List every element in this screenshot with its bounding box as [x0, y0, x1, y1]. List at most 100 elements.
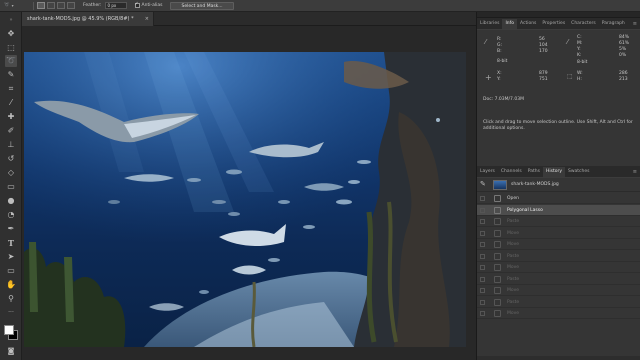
photoshop-window: ➰ ▾ Feather: 0 px Anti-alias Select and …: [0, 0, 640, 360]
lasso-tool-icon: ➰: [4, 3, 10, 8]
gradient-tool-icon[interactable]: ▭: [5, 181, 17, 193]
tab-paths[interactable]: Paths: [525, 167, 543, 177]
foreground-color-swatch[interactable]: [4, 325, 14, 335]
history-state-label: Paste: [507, 299, 520, 305]
quick-mask-icon[interactable]: ◙: [5, 345, 17, 357]
tab-swatches[interactable]: Swatches: [565, 167, 593, 177]
rectangle-tool-icon[interactable]: ▭: [5, 265, 17, 277]
history-state-item[interactable]: Move: [477, 308, 640, 319]
h-value: 213: [619, 77, 628, 82]
document-tab[interactable]: shark-tank-MODS.jpg @ 45.9% (RGB/8#) * ×: [22, 12, 154, 26]
history-state-checkbox[interactable]: [480, 276, 485, 282]
tab-actions[interactable]: Actions: [517, 19, 539, 29]
type-tool-icon[interactable]: T: [5, 237, 17, 249]
subtract-from-selection-button[interactable]: [57, 2, 65, 9]
tab-properties[interactable]: Properties: [539, 19, 568, 29]
eyedropper-tool-icon[interactable]: ⁄: [5, 97, 17, 109]
snapshot-label: shark-tank-MODS.jpg: [511, 182, 559, 187]
rgb-label-b: B:: [497, 49, 502, 54]
history-state-label: Open: [507, 196, 520, 201]
history-state-label: Paste: [507, 253, 520, 259]
cmyk-label-m: M:: [577, 41, 583, 46]
crop-tool-icon[interactable]: ⌗: [5, 83, 17, 95]
cmyk-value-c: 84%: [619, 35, 630, 40]
history-brush-tool-icon[interactable]: ↺: [5, 153, 17, 165]
cmyk-label-k: K:: [577, 53, 582, 58]
history-state-item[interactable]: Move: [477, 239, 640, 250]
new-selection-button[interactable]: [37, 2, 45, 9]
history-state-item[interactable]: Move: [477, 228, 640, 239]
close-icon[interactable]: ×: [145, 12, 149, 26]
history-state-checkbox[interactable]: [480, 230, 485, 236]
history-state-item[interactable]: Paste: [477, 216, 640, 227]
lasso-tool-icon[interactable]: ➰: [5, 55, 17, 67]
panel-menu-icon[interactable]: ≡: [633, 167, 637, 177]
history-state-checkbox[interactable]: [480, 265, 485, 270]
cmyk-value-k: 0%: [619, 53, 627, 58]
clone-stamp-tool-icon[interactable]: ⊥: [5, 139, 17, 151]
tab-channels[interactable]: Channels: [498, 167, 525, 177]
y-label: Y:: [497, 77, 501, 82]
history-state-icon: [494, 298, 501, 306]
history-state-checkbox[interactable]: [480, 253, 485, 259]
history-state-checkbox[interactable]: [480, 299, 485, 305]
w-label: W:: [577, 71, 583, 76]
crosshair-icon: +: [485, 73, 492, 82]
healing-brush-tool-icon[interactable]: ✚: [5, 111, 17, 123]
history-state-checkbox[interactable]: [480, 311, 485, 316]
select-and-mask-button[interactable]: Select and Mask...: [170, 1, 234, 10]
pen-tool-icon[interactable]: ✒: [5, 223, 17, 235]
history-state-item[interactable]: Open: [477, 193, 640, 204]
panel-collapse-icon[interactable]: »: [5, 14, 17, 26]
rgb-value-r: 56: [539, 37, 545, 42]
blur-tool-icon[interactable]: ●: [5, 195, 17, 207]
panel-menu-icon[interactable]: ≡: [633, 19, 637, 29]
tool-preset-picker[interactable]: ➰ ▾: [0, 1, 30, 11]
path-selection-tool-icon[interactable]: ➤: [5, 251, 17, 263]
add-to-selection-button[interactable]: [47, 2, 55, 9]
history-state-item[interactable]: Polygonal Lasso: [477, 204, 640, 216]
history-state-checkbox[interactable]: [480, 207, 485, 213]
quick-select-tool-icon[interactable]: ✎: [5, 69, 17, 81]
history-state-checkbox[interactable]: [480, 219, 485, 224]
intersect-selection-button[interactable]: [67, 2, 75, 9]
history-state-item[interactable]: Paste: [477, 297, 640, 308]
tab-history[interactable]: History: [542, 167, 565, 177]
dodge-tool-icon[interactable]: ◔: [5, 209, 17, 221]
tab-layers[interactable]: Layers: [477, 167, 498, 177]
x-value: 879: [539, 71, 548, 76]
tab-libraries[interactable]: Libraries: [477, 19, 502, 29]
history-state-checkbox[interactable]: [480, 196, 485, 201]
history-state-item[interactable]: Move: [477, 262, 640, 273]
aquarium-photo: [24, 52, 466, 347]
antialias-checkbox[interactable]: [134, 1, 140, 8]
cmyk-label-y: Y:: [577, 47, 581, 52]
history-state-item[interactable]: Paste: [477, 274, 640, 285]
eraser-tool-icon[interactable]: ◇: [5, 167, 17, 179]
history-state-item[interactable]: Move: [477, 285, 640, 296]
aquarium-photo-canvas[interactable]: [24, 52, 466, 347]
brush-tool-icon[interactable]: ✐: [5, 125, 17, 137]
cmyk-value-y: 5%: [619, 47, 627, 52]
more-tools-icon[interactable]: ···: [5, 307, 17, 319]
feather-input[interactable]: 0 px: [104, 2, 127, 9]
doc-size-readout: Doc: 7.03M/7.03M: [483, 97, 524, 102]
w-value: 286: [619, 71, 628, 76]
history-state-checkbox[interactable]: [480, 242, 485, 247]
tab-characters[interactable]: Characters: [568, 19, 599, 29]
marquee-tool-icon[interactable]: ⬚: [5, 42, 17, 54]
history-state-checkbox[interactable]: [480, 288, 485, 293]
zoom-tool-icon[interactable]: ⚲: [5, 293, 17, 305]
history-brush-source-icon[interactable]: ✎: [480, 180, 486, 188]
history-state-item[interactable]: Paste: [477, 251, 640, 262]
history-snapshot[interactable]: ✎ shark-tank-MODS.jpg: [477, 178, 640, 192]
history-state-icon: [494, 241, 501, 248]
cmyk-value-m: 61%: [619, 41, 630, 46]
move-tool-icon[interactable]: ✥: [5, 28, 17, 40]
tab-paragraph[interactable]: Paragraph: [599, 19, 628, 29]
hand-tool-icon[interactable]: ✋: [5, 279, 17, 291]
history-state-icon: [494, 252, 501, 260]
history-state-icon: [494, 287, 501, 294]
tab-info[interactable]: Info: [502, 19, 517, 29]
cmyk-label-c: C:: [577, 35, 582, 40]
